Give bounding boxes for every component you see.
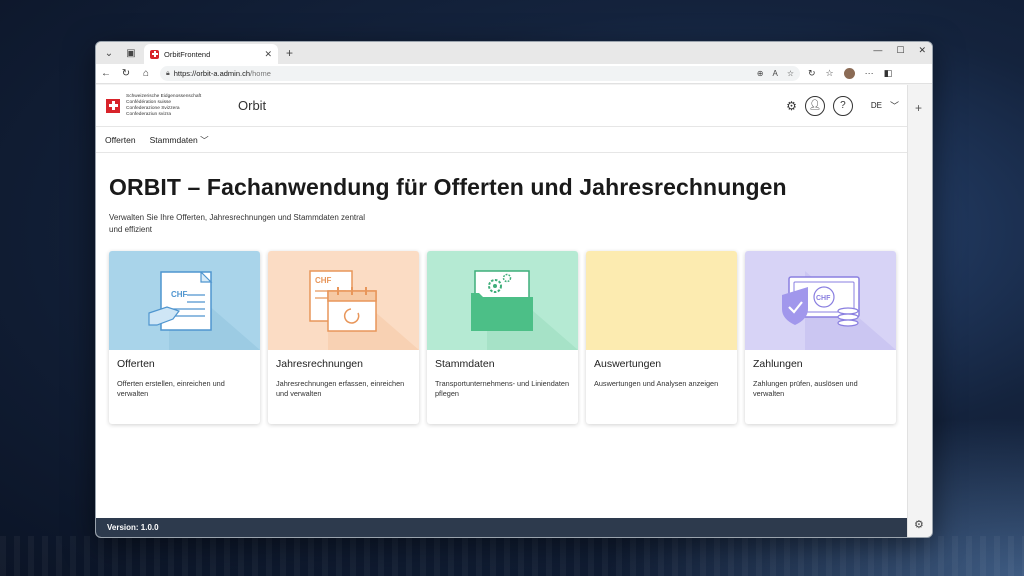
card-zahlungen-image: CHF [745, 251, 896, 350]
card-jahresrechnungen-image: CHF [268, 251, 419, 350]
page-title: ORBIT – Fachanwendung für Offerten und J… [109, 174, 787, 200]
add-sidebar-app-icon[interactable]: + [915, 101, 922, 115]
nav-item-stammdaten-label: Stammdaten [149, 134, 198, 145]
tab-close-icon[interactable]: ✕ [264, 49, 272, 60]
card-stammdaten-image [427, 251, 578, 350]
favorite-star-icon[interactable]: ☆ [787, 69, 794, 78]
zoom-icon[interactable]: ⊕ [757, 69, 764, 78]
back-icon[interactable]: ← [96, 68, 116, 79]
confederation-text: Schweizerische Eidgenossenschaft Confédé… [126, 94, 230, 118]
page-subtitle: Verwalten Sie Ihre Offerten, Jahresrechn… [109, 213, 366, 234]
favorites-icon[interactable]: ☆ [826, 68, 834, 79]
card-auswertungen[interactable]: Auswertungen Auswertungen und Analysen a… [586, 251, 737, 424]
profile-avatar[interactable] [843, 68, 855, 79]
main-nav: Offerten Stammdaten ﹀ [96, 127, 909, 153]
card-offerten-desc: Offerten erstellen, einreichen und verwa… [117, 379, 225, 398]
card-offerten-title: Offerten [117, 358, 155, 370]
confed-line-rm: Confederaziun svizra [126, 111, 172, 117]
card-auswertungen-desc: Auswertungen und Analysen anzeigen [594, 379, 719, 388]
url-input[interactable]: 🔒︎ https://orbit-a.admin.ch/home ⊕ A ☆ [160, 66, 800, 81]
zahlungen-chf-text: CHF [816, 295, 831, 302]
app-header: Schweizerische Eidgenossenschaft Confédé… [96, 85, 909, 127]
maximize-icon[interactable]: ☐ [896, 45, 904, 56]
app-footer: Version: 1.0.0 [96, 518, 909, 537]
card-zahlungen-desc: Zahlungen prüfen, auslösen und verwalten [753, 379, 858, 398]
sidebar-settings-icon[interactable]: ⚙ [914, 518, 924, 531]
chevron-down-icon[interactable]: ﹀ [890, 99, 899, 112]
card-offerten-image: CHF [109, 251, 260, 350]
window-controls: — ☐ ✕ [873, 45, 926, 56]
close-window-icon[interactable]: ✕ [918, 45, 926, 56]
tab-actions-icon[interactable]: ⌄ [100, 44, 118, 62]
new-tab-icon[interactable]: + [286, 46, 293, 60]
document-chf-icon: CHF [148, 271, 260, 350]
tab-strip: ⌄ ▣ OrbitFrontend ✕ + — ☐ ✕ [96, 42, 932, 64]
user-account-icon[interactable]: 👤︎ [804, 95, 825, 116]
language-select[interactable]: DE [871, 101, 882, 110]
swiss-cross-logo [106, 98, 120, 113]
card-auswertungen-title: Auswertungen [594, 358, 662, 370]
card-jahresrechnungen-desc: Jahresrechnungen erfassen, einreichen un… [276, 379, 405, 398]
header-actions: ⚙ 👤︎ ? DE ﹀ [786, 95, 899, 116]
app-name[interactable]: Orbit [238, 98, 266, 113]
card-zahlungen[interactable]: CHF Zahlungen Zahlungen prüfen, auslösen… [745, 251, 896, 424]
more-icon[interactable]: ··· [865, 68, 874, 79]
url-actions: ⊕ A ☆ [757, 69, 794, 78]
browser-window: ⌄ ▣ OrbitFrontend ✕ + — ☐ ✕ ← ↻ ⌂ 🔒︎ htt… [95, 41, 933, 538]
reload-icon[interactable]: ↻ [116, 68, 136, 79]
nav-item-stammdaten[interactable]: Stammdaten ﹀ [150, 134, 209, 146]
nav-item-offerten[interactable]: Offerten [105, 135, 136, 145]
card-auswertungen-image [586, 251, 737, 350]
card-jahresrechnungen[interactable]: CHF Jahresrechnungen Jahresrechnungen er… [268, 251, 419, 424]
workspaces-icon[interactable]: ▣ [122, 44, 140, 62]
url-path: /home [250, 69, 271, 78]
home-icon[interactable]: ⌂ [136, 68, 156, 79]
lock-icon: 🔒︎ [166, 69, 170, 77]
folder-gears-icon [471, 270, 578, 350]
minimize-icon[interactable]: — [873, 45, 882, 56]
swiss-favicon-icon [150, 49, 159, 59]
browser-toolbar: ↻ ☆ ··· ◧ [808, 68, 892, 79]
chevron-down-icon: ﹀ [200, 134, 209, 145]
card-grid: CHF Offerten Offerten erstellen, einreic… [109, 251, 896, 424]
card-jahresrechnungen-title: Jahresrechnungen [276, 358, 363, 370]
card-stammdaten[interactable]: Stammdaten Transportunternehmens- und Li… [427, 251, 578, 424]
browser-tab[interactable]: OrbitFrontend ✕ [144, 44, 278, 64]
read-aloud-icon[interactable]: A [772, 69, 777, 78]
help-icon[interactable]: ? [832, 95, 853, 116]
card-stammdaten-desc: Transportunternehmens- und Liniendaten p… [435, 379, 569, 398]
settings-gear-icon[interactable]: ⚙ [786, 99, 797, 113]
browser-sidebar: + ⚙ [907, 85, 932, 537]
version-label: Version: 1.0.0 [107, 523, 159, 532]
tab-title: OrbitFrontend [164, 49, 211, 59]
shield-banknote-icon: CHF [782, 271, 896, 350]
card-zahlungen-title: Zahlungen [753, 358, 803, 370]
main-content: ORBIT – Fachanwendung für Offerten und J… [96, 174, 909, 424]
calendar-chf-icon: CHF [309, 270, 419, 350]
web-page: Schweizerische Eidgenossenschaft Confédé… [96, 85, 909, 537]
desktop-taskbar-area [0, 536, 1024, 576]
card-stammdaten-title: Stammdaten [435, 358, 495, 370]
sidebar-toggle-icon[interactable]: ◧ [884, 68, 893, 79]
offerten-chf-text: CHF [171, 290, 188, 299]
refresh-copilot-icon[interactable]: ↻ [808, 68, 816, 79]
jahresrechnungen-chf-text: CHF [315, 276, 332, 285]
address-bar: ← ↻ ⌂ 🔒︎ https://orbit-a.admin.ch/home ⊕… [96, 64, 932, 84]
url-host: https://orbit-a.admin.ch [173, 69, 251, 78]
card-offerten[interactable]: CHF Offerten Offerten erstellen, einreic… [109, 251, 260, 424]
